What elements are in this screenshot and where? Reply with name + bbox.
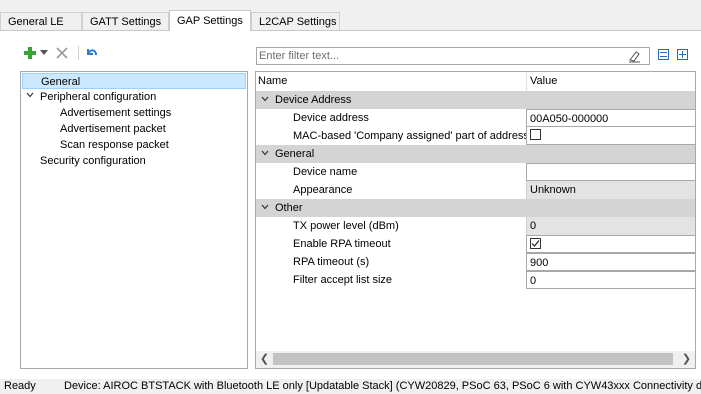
settings-tree: General Peripheral configuration Adverti… (20, 71, 248, 369)
property-name: Appearance (293, 184, 353, 196)
grid-header: Name Value (256, 72, 695, 92)
property-value: Unknown (530, 184, 576, 196)
tree-item-advertisement-settings[interactable]: Advertisement settings (60, 105, 171, 121)
tab-l2cap-settings[interactable]: L2CAP Settings (251, 12, 340, 30)
property-value: 0 (530, 220, 537, 232)
category-device-address[interactable]: Device Address (256, 91, 695, 109)
column-divider[interactable] (526, 72, 527, 91)
filter-input[interactable] (259, 48, 619, 64)
property-name: RPA timeout (s) (293, 256, 370, 268)
tree-item-security-configuration[interactable]: Security configuration (40, 153, 146, 169)
tree-item-label: Peripheral configuration (40, 91, 157, 103)
chevron-down-icon[interactable] (261, 91, 269, 109)
status-bar: Ready Device: AIROC BTSTACK with Bluetoo… (0, 379, 701, 394)
chevron-down-icon[interactable] (261, 145, 269, 163)
chevron-down-icon[interactable] (261, 199, 269, 217)
property-value: 0 (530, 275, 537, 287)
tree-item-label: Security configuration (40, 155, 146, 167)
status-state: Ready (4, 380, 36, 392)
property-row-mac-based: MAC-based 'Company assigned' part of add… (256, 127, 695, 145)
mac-based-value (526, 127, 695, 145)
scroll-left-icon[interactable]: ❮ (256, 351, 273, 368)
tree-item-general[interactable]: General (22, 73, 246, 89)
device-address-value[interactable]: 00A050-000000 (526, 109, 695, 127)
property-name: Device name (293, 166, 358, 178)
collapse-all-icon[interactable] (657, 48, 671, 62)
tab-label: General LE (8, 16, 64, 28)
tab-gap-settings[interactable]: GAP Settings (169, 10, 251, 31)
tree-item-label: Advertisement packet (60, 123, 166, 135)
tab-general-le[interactable]: General LE (0, 12, 82, 30)
name-column-header[interactable]: Name (258, 72, 287, 91)
property-row-device-name: Device name (256, 163, 695, 181)
property-name: Enable RPA timeout (293, 238, 391, 250)
tree-item-peripheral-configuration[interactable]: Peripheral configuration (40, 89, 156, 105)
property-row-filter-accept-list-size: Filter accept list size 0 (256, 271, 695, 289)
tab-gatt-settings[interactable]: GATT Settings (82, 12, 169, 30)
category-other[interactable]: Other (256, 199, 695, 217)
property-name: Filter accept list size (293, 274, 393, 286)
category-label: General (275, 148, 315, 160)
scrollbar-thumb[interactable] (273, 353, 673, 365)
undo-icon[interactable] (84, 45, 98, 61)
rpa-timeout-value[interactable]: 900 (526, 253, 695, 271)
appearance-value[interactable]: Unknown (526, 181, 695, 199)
property-row-rpa-timeout: RPA timeout (s) 900 (256, 253, 695, 271)
horizontal-scrollbar[interactable]: ❮ ❯ (256, 351, 695, 368)
scroll-right-icon[interactable]: ❯ (678, 351, 695, 368)
delete-x-icon[interactable] (55, 45, 69, 61)
expand-all-icon[interactable] (676, 48, 690, 62)
property-name: TX power level (dBm) (293, 220, 399, 232)
checkmark-icon (531, 240, 540, 247)
column-label: Value (530, 75, 558, 87)
property-name: Device address (293, 112, 369, 124)
property-row-appearance: Appearance Unknown (256, 181, 695, 199)
property-value: 00A050-000000 (530, 113, 609, 125)
filter-accept-list-size-value[interactable]: 0 (526, 271, 695, 289)
tree-item-label: Advertisement settings (60, 107, 172, 119)
chevron-down-icon[interactable] (26, 91, 34, 101)
mac-based-checkbox[interactable] (530, 129, 541, 140)
tree-item-scan-response-packet[interactable]: Scan response packet (60, 137, 169, 153)
property-grid: Name Value Device Address Device address… (255, 71, 696, 369)
tab-label: GATT Settings (90, 16, 162, 28)
property-row-tx-power-level: TX power level (dBm) 0 (256, 217, 695, 235)
eraser-icon[interactable] (627, 49, 641, 63)
tree-item-label: General (41, 76, 81, 88)
caret-down-icon[interactable] (39, 45, 48, 61)
toolbar-separator (78, 46, 79, 60)
column-label: Name (258, 75, 288, 87)
tab-label: GAP Settings (177, 15, 243, 27)
tab-label: L2CAP Settings (259, 16, 337, 28)
status-device: Device: AIROC BTSTACK with Bluetooth LE … (64, 380, 701, 392)
property-name: MAC-based 'Company assigned' part of add… (293, 130, 529, 142)
property-value: 900 (530, 257, 549, 269)
plus-icon[interactable] (23, 45, 37, 61)
enable-rpa-timeout-value (526, 235, 695, 253)
category-label: Other (275, 202, 303, 214)
value-column-header[interactable]: Value (530, 72, 557, 91)
filter-field[interactable] (256, 47, 650, 65)
tree-item-label: Scan response packet (60, 139, 169, 151)
category-label: Device Address (275, 94, 352, 106)
property-row-device-address: Device address 00A050-000000 (256, 109, 695, 127)
category-general[interactable]: General (256, 145, 695, 163)
device-name-value[interactable] (526, 163, 695, 181)
tx-power-level-value[interactable]: 0 (526, 217, 695, 235)
tree-item-advertisement-packet[interactable]: Advertisement packet (60, 121, 166, 137)
enable-rpa-timeout-checkbox[interactable] (530, 238, 541, 249)
property-row-enable-rpa-timeout: Enable RPA timeout (256, 235, 695, 253)
tab-bar: General LE GATT Settings GAP Settings L2… (0, 0, 701, 31)
